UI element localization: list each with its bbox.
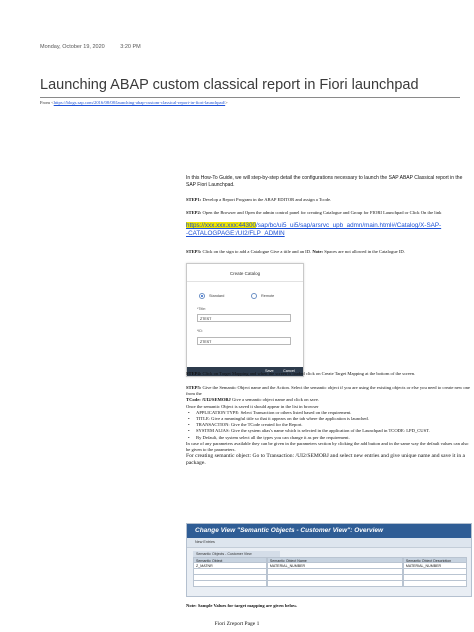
source-line: From <https://blogs.sap.com/2016/08/08/l… [40, 100, 228, 105]
note-timestamp: Monday, October 19, 2020 3:20 PM [40, 44, 155, 50]
radio-remote[interactable]: Remote [251, 293, 274, 299]
title-field[interactable]: ZTEST [197, 314, 291, 322]
step2-text: Open the Browser and Open the admin cont… [201, 210, 442, 215]
id-field-label: *ID: [197, 329, 203, 333]
sap-title-bar: Change View "Semantic Objects - Customer… [187, 524, 471, 538]
admin-url-path[interactable]: /sap/bc/ui5_ui5/sap/arsrvc_upb_admn/main… [256, 222, 441, 229]
step2-paragraph: STEP2: Open the Browser and Open the adm… [186, 210, 470, 216]
sap-semantic-objects-screen: Change View "Semantic Objects - Customer… [186, 523, 472, 597]
step3-note-label: Note: [312, 249, 324, 254]
intro-paragraph: In this How-To Guide, we will step-by-st… [186, 175, 463, 188]
dialog-separator [187, 281, 303, 282]
step3-paragraph: STEP3: Click on the sign to add a Catalo… [186, 249, 470, 255]
note-time: 3:20 PM [120, 44, 141, 50]
step3-text: Click on the sign to add a Catalogue Giv… [201, 249, 313, 254]
source-link[interactable]: https://blogs.sap.com/2016/08/08/launchi… [54, 100, 225, 105]
table-row-empty [193, 581, 467, 587]
step1-text: Develop a Report Program in the ABAP EDI… [201, 197, 332, 202]
admin-url-line2[interactable]: -CATALOGPAGE:/UI2/FLP_ADMIN [186, 230, 285, 237]
step5-label: STEP5: [186, 385, 202, 390]
new-entries-button[interactable]: New Entries [195, 540, 215, 544]
step5-tcode-label: TCode: /UI2/SEMOBJ [186, 397, 231, 403]
step2-label: STEP2: [186, 210, 202, 215]
radio-remote-label: Remote [261, 294, 275, 298]
source-suffix: > [225, 100, 228, 105]
step4-paragraph: STEP4: Click on Target Mapping and when … [186, 371, 470, 377]
sap-screen-title: Change View "Semantic Objects - Customer… [195, 527, 384, 534]
admin-url[interactable]: https://xxx.xxx.xxx:44300/sap/bc/ui5_ui5… [186, 222, 470, 238]
step4-label: STEP4: [186, 371, 202, 376]
page-footer: Fiori Zreport Page 1 [214, 621, 260, 627]
step1-paragraph: STEP1: Develop a Report Program in the A… [186, 197, 470, 203]
step5-tcode-text: Give a semantic object name and click on… [230, 397, 320, 403]
sap-toolbar: New Entries [187, 538, 471, 548]
note-date: Monday, October 19, 2020 [40, 44, 105, 50]
step3-note: Spaces are not allowed in the Catalogue … [323, 249, 405, 254]
dialog-title: Create Catalog [229, 271, 261, 276]
id-field[interactable]: ZTEST [197, 337, 291, 345]
bullet-item: By Default, the system select all the ty… [186, 435, 470, 441]
note-paragraph: Note: Sample Values for target mapping a… [186, 603, 470, 609]
source-prefix: From < [40, 100, 54, 105]
step4-text: Click on Target Mapping and when the scr… [201, 371, 416, 376]
radio-standard[interactable]: Standard [199, 293, 224, 299]
step5-text: Give the Semantic Object name and the Ac… [186, 385, 470, 397]
create-catalog-dialog: Create Catalog Standard Remote *Title: Z… [186, 263, 304, 377]
admin-url-host[interactable]: https://xxx.xxx.xxx:44300 [186, 222, 256, 229]
create-semobj-paragraph: For creating semantic object: Go to Tran… [186, 453, 466, 467]
radio-selected-icon [199, 293, 205, 299]
title-divider [40, 97, 460, 98]
page-title: Launching ABAP custom classical report i… [40, 77, 419, 93]
step5-paragraph: STEP5: Give the Semantic Object name and… [186, 385, 470, 397]
note-text: Note: Sample Values for target mapping a… [186, 603, 298, 608]
semantic-objects-table: Semantic Objects - Customer View Semanti… [193, 551, 467, 587]
title-field-label: *Title: [197, 307, 207, 311]
step5-section: STEP5: Give the Semantic Object name and… [186, 385, 470, 468]
step3-label: STEP3: [186, 249, 202, 254]
params-paragraph: In case of any parameters available they… [186, 440, 469, 452]
radio-standard-label: Standard [209, 294, 225, 298]
step1-label: STEP1: [186, 197, 202, 202]
radio-unselected-icon [251, 293, 257, 299]
